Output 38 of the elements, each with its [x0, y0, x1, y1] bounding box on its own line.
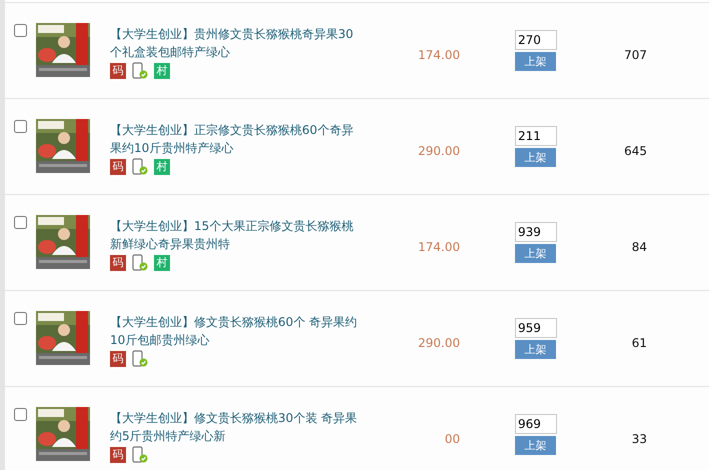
stock-field[interactable]: 270 [515, 30, 557, 50]
price: 00 [444, 432, 460, 446]
sales-count: 707 [623, 48, 647, 62]
product-title[interactable]: 【大学生创业】贵州修文贵长猕猴桃奇异果30个礼盒装包邮特产绿心 [110, 25, 358, 61]
row-checkbox[interactable] [14, 24, 27, 37]
price: 174.00 [417, 48, 460, 62]
stock-field[interactable]: 939 [515, 222, 557, 242]
price: 290.00 [417, 144, 460, 158]
price: 290.00 [417, 336, 460, 350]
row-checkbox[interactable] [14, 312, 27, 325]
stock-field[interactable]: 969 [515, 414, 557, 434]
code-badge: 码 [110, 158, 126, 174]
code-badge: 码 [110, 446, 126, 462]
row-checkbox[interactable] [14, 216, 27, 229]
product-title[interactable]: 【大学生创业】15个大果正宗修文贵长猕猴桃新鲜绿心奇异果贵州特 [110, 217, 358, 253]
code-badge: 码 [110, 254, 126, 270]
row-checkbox[interactable] [14, 408, 27, 421]
phone-check-icon [132, 446, 148, 463]
product-title[interactable]: 【大学生创业】正宗修文贵长猕猴桃60个奇异果约10斤贵州特产绿心 [110, 121, 358, 157]
price: 174.00 [417, 240, 460, 254]
village-badge: 村 [154, 62, 170, 78]
phone-check-icon [132, 158, 148, 175]
stock-field[interactable]: 211 [515, 126, 557, 146]
code-badge: 码 [110, 350, 126, 366]
sales-count: 33 [630, 432, 647, 446]
sales-count: 61 [630, 336, 647, 350]
product-title[interactable]: 【大学生创业】修文贵长猕猴桃60个 奇异果约10斤包邮贵州绿心 [110, 313, 358, 349]
row-checkbox[interactable] [14, 120, 27, 133]
village-badge: 村 [154, 158, 170, 174]
phone-check-icon [132, 350, 148, 367]
phone-check-icon [132, 254, 148, 271]
sales-count: 645 [623, 144, 647, 158]
code-badge: 码 [110, 62, 126, 78]
product-title[interactable]: 【大学生创业】修文贵长猕猴桃30个装 奇异果约5斤贵州特产绿心新 [110, 409, 358, 445]
stock-field[interactable]: 959 [515, 318, 557, 338]
phone-check-icon [132, 62, 148, 79]
sales-count: 84 [630, 240, 647, 254]
village-badge: 村 [154, 254, 170, 270]
